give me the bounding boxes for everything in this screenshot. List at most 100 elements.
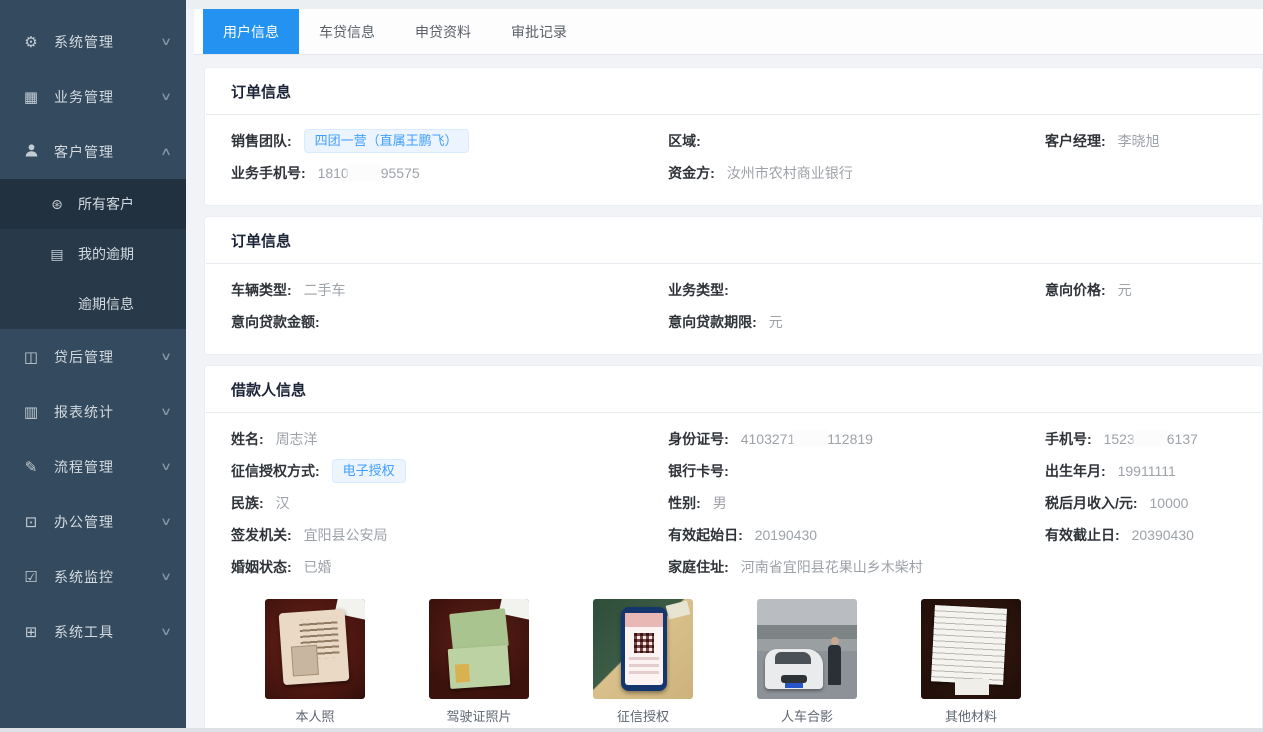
sidebar-item-label: 客户管理 [54,142,162,162]
attachment-item: 征信授权 [593,599,693,725]
content: 订单信息 销售团队: 四团一营（直属王鹏飞） 区域: 客户经理: [194,55,1263,732]
field-valid-until: 有效截止日: 20390430 [1045,519,1236,551]
field-business-type: 业务类型: [668,274,1045,306]
sidebar-submenu-customer: ⊛ 所有客户 ▤ 我的逾期 逾期信息 [0,179,186,329]
attachment-caption: 本人照 [265,706,365,725]
chevron-down-icon: ∨ [160,625,172,638]
sidebar-item-label: 办公管理 [54,512,162,532]
attachment-caption: 征信授权 [593,706,693,725]
sidebar-item-label: 我的逾期 [78,244,134,264]
sidebar-item-label: 所有客户 [78,194,134,214]
spacer [1045,157,1236,189]
field-region: 区域: [668,125,1045,157]
tab-car-loan-info[interactable]: 车贷信息 [299,9,395,54]
field-intended-loan-term: 意向贷款期限: 元 [668,306,1045,338]
person-with-car-photo-thumbnail[interactable] [757,599,857,699]
monitor-check-icon: ☑ [22,568,40,586]
horizontal-scrollbar-track[interactable] [0,728,1263,732]
sidebar-item-system-monitor[interactable]: ☑ 系统监控 ∨ [0,549,186,604]
redaction-blur [795,432,827,445]
tab-approval-records[interactable]: 审批记录 [491,9,587,54]
sidebar-item-label: 流程管理 [54,457,162,477]
redaction-blur [349,166,381,179]
main-area: 用户信息 车贷信息 申贷资料 审批记录 订单信息 销售团队: 四团一营（直属王鹏… [186,0,1263,732]
grid-icon: ▦ [22,88,40,106]
gear-icon: ⚙ [22,33,40,51]
sidebar-item-system-mgmt[interactable]: ⚙ 系统管理 ∨ [0,14,186,69]
attachment-gallery: 本人照 驾驶证照片 [205,585,1262,725]
field-birth-date: 出生年月: 19911111 [1045,455,1236,487]
sidebar-item-system-tools[interactable]: ⊞ 系统工具 ∨ [0,604,186,659]
monitor-icon: ▥ [22,403,40,421]
borrower-info-card: 借款人信息 姓名: 周志洋 身份证号: 4103271112819 手机 [204,365,1263,732]
sidebar: ⚙ 系统管理 ∨ ▦ 业务管理 ∨ 客户管理 ∧ ⊛ 所有客户 ▤ 我的逾期 逾… [0,0,186,728]
chevron-down-icon: ∨ [160,515,172,528]
sidebar-item-label: 系统工具 [54,622,162,642]
field-intended-price: 意向价格: 元 [1045,274,1236,306]
sidebar-item-customer-mgmt[interactable]: 客户管理 ∧ [0,124,186,179]
document-photo-thumbnail[interactable] [921,599,1021,699]
field-ethnicity: 民族: 汉 [231,487,668,519]
order-info-card: 订单信息 销售团队: 四团一营（直属王鹏飞） 区域: 客户经理: [204,67,1263,206]
book-icon: ◫ [22,348,40,366]
attachment-item: 驾驶证照片 [429,599,529,725]
spacer [1045,306,1236,338]
id-card-photo-thumbnail[interactable] [265,599,365,699]
tab-loan-application-docs[interactable]: 申贷资料 [395,9,491,54]
attachment-item: 本人照 [265,599,365,725]
chevron-down-icon: ∨ [160,405,172,418]
toolbox-icon: ⊞ [22,623,40,641]
vehicle-order-info-card: 订单信息 车辆类型: 二手车 业务类型: 意向价格: [204,216,1263,355]
sidebar-item-label: 逾期信息 [78,294,134,314]
sidebar-item-overdue-info[interactable]: 逾期信息 [0,279,186,329]
top-strip [186,0,1263,9]
attachment-caption: 驾驶证照片 [429,706,529,725]
field-fund-provider: 资金方: 汝州市农村商业银行 [668,157,1045,189]
spacer [1045,551,1236,583]
sidebar-item-postloan-mgmt[interactable]: ◫ 贷后管理 ∨ [0,329,186,384]
chevron-down-icon: ∨ [160,460,172,473]
card-title: 订单信息 [205,230,1262,263]
attachment-caption: 人车合影 [757,706,857,725]
field-account-manager: 客户经理: 李晓旭 [1045,125,1236,157]
license-booklet-photo-thumbnail[interactable] [429,599,529,699]
sidebar-item-office-mgmt[interactable]: ⊡ 办公管理 ∨ [0,494,186,549]
field-monthly-income: 税后月收入/元: 10000 [1045,487,1236,519]
field-business-phone: 业务手机号: 181095575 [231,157,668,189]
office-icon: ⊡ [22,513,40,531]
sidebar-item-label: 贷后管理 [54,347,162,367]
sidebar-item-business-mgmt[interactable]: ▦ 业务管理 ∨ [0,69,186,124]
chevron-down-icon: ∨ [160,90,172,103]
sidebar-item-label: 系统管理 [54,32,162,52]
tab-user-info[interactable]: 用户信息 [203,9,299,54]
notebook-icon: ▤ [48,246,66,263]
field-id-number: 身份证号: 4103271112819 [668,423,1045,455]
sales-team-tag: 四团一营（直属王鹏飞） [304,129,469,153]
compass-icon: ⊛ [48,196,66,213]
sidebar-item-my-overdue[interactable]: ▤ 我的逾期 [0,229,186,279]
sidebar-item-process-mgmt[interactable]: ✎ 流程管理 ∨ [0,439,186,494]
attachment-caption: 其他材料 [921,706,1021,725]
field-home-address: 家庭住址: 河南省宜阳县花果山乡木柴村 [668,551,1045,583]
card-title: 订单信息 [205,81,1262,114]
phone-qr-photo-thumbnail[interactable] [593,599,693,699]
attachment-item: 人车合影 [757,599,857,725]
field-credit-auth-method: 征信授权方式: 电子授权 [231,455,668,487]
field-valid-from: 有效起始日: 20190430 [668,519,1045,551]
sidebar-item-label: 报表统计 [54,402,162,422]
chevron-down-icon: ∨ [160,350,172,363]
sidebar-item-report-stats[interactable]: ▥ 报表统计 ∨ [0,384,186,439]
field-marital-status: 婚姻状态: 已婚 [231,551,668,583]
redaction-blur [1135,432,1167,445]
field-name: 姓名: 周志洋 [231,423,668,455]
chevron-down-icon: ∨ [160,570,172,583]
attachment-item: 其他材料 [921,599,1021,725]
sidebar-item-label: 系统监控 [54,567,162,587]
field-issuing-authority: 签发机关: 宜阳县公安局 [231,519,668,551]
tab-bar: 用户信息 车贷信息 申贷资料 审批记录 [194,9,1263,55]
edit-icon: ✎ [22,458,40,476]
sidebar-item-all-customers[interactable]: ⊛ 所有客户 [0,179,186,229]
chevron-down-icon: ∨ [160,35,172,48]
field-vehicle-type: 车辆类型: 二手车 [231,274,668,306]
app-window: ⚙ 系统管理 ∨ ▦ 业务管理 ∨ 客户管理 ∧ ⊛ 所有客户 ▤ 我的逾期 逾… [0,0,1263,732]
